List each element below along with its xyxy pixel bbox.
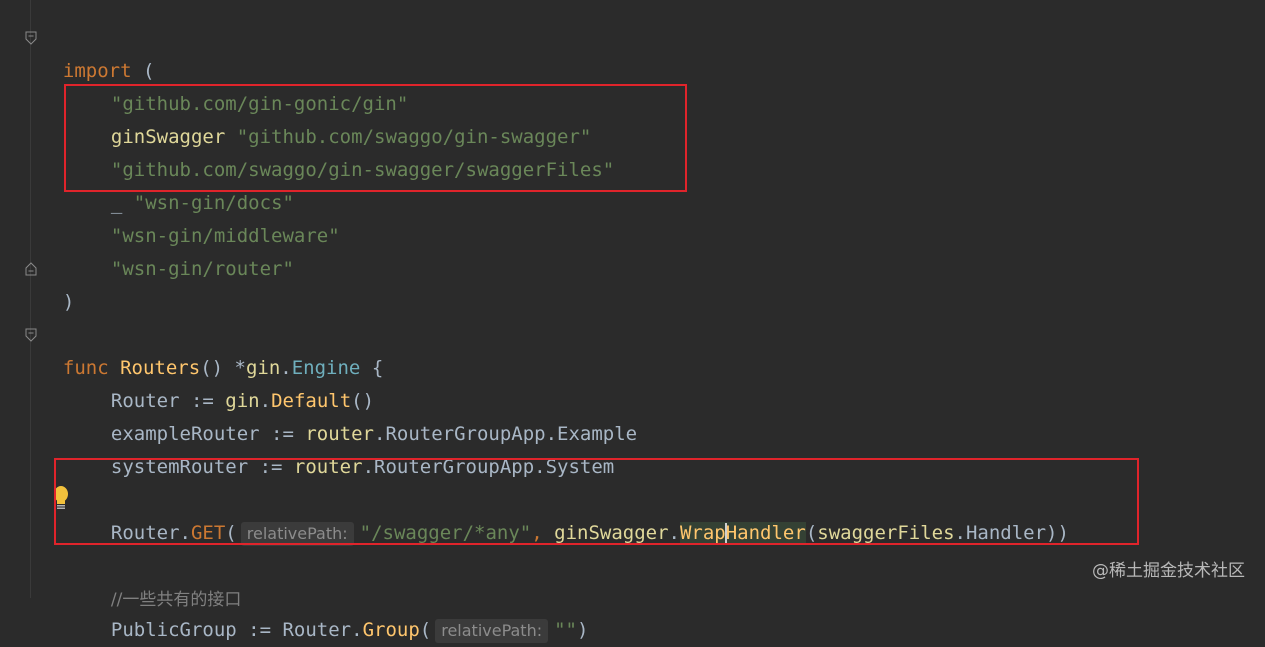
code-line-func[interactable]: func Routers() *gin.Engine {	[40, 319, 383, 379]
fold-collapse-icon[interactable]	[25, 328, 37, 342]
annotation-box-imports	[64, 84, 687, 192]
code-line-router-default[interactable]: Router := gin.Default()	[88, 352, 374, 412]
parameter-hint: relativePath:	[435, 618, 549, 643]
fold-end-icon[interactable]	[25, 262, 37, 276]
code-line-example-router[interactable]: exampleRouter := router.RouterGroupApp.E…	[88, 385, 637, 445]
open-paren: (	[419, 619, 432, 641]
close-paren: )	[62, 291, 75, 313]
code-line-comment[interactable]: //一些共有的接口	[88, 550, 241, 610]
fold-collapse-icon[interactable]	[25, 31, 37, 45]
string-literal: ""	[554, 619, 577, 641]
editor-gutter-border	[30, 0, 31, 598]
code-line-import-router[interactable]: "wsn-gin/router"	[88, 220, 294, 280]
code-line-close-paren[interactable]: )	[40, 253, 74, 313]
var-decl: PublicGroup := Router.	[110, 619, 363, 641]
annotation-box-swagger-route	[54, 458, 1139, 545]
code-line-system-router[interactable]: systemRouter := router.RouterGroupApp.Sy…	[88, 418, 614, 478]
code-line-import[interactable]: import (	[40, 22, 155, 82]
import-path: "wsn-gin/router"	[110, 258, 294, 280]
close-paren: )	[577, 619, 589, 641]
watermark: @稀土掘金技术社区	[1092, 561, 1245, 581]
method-call: Group	[362, 619, 420, 641]
